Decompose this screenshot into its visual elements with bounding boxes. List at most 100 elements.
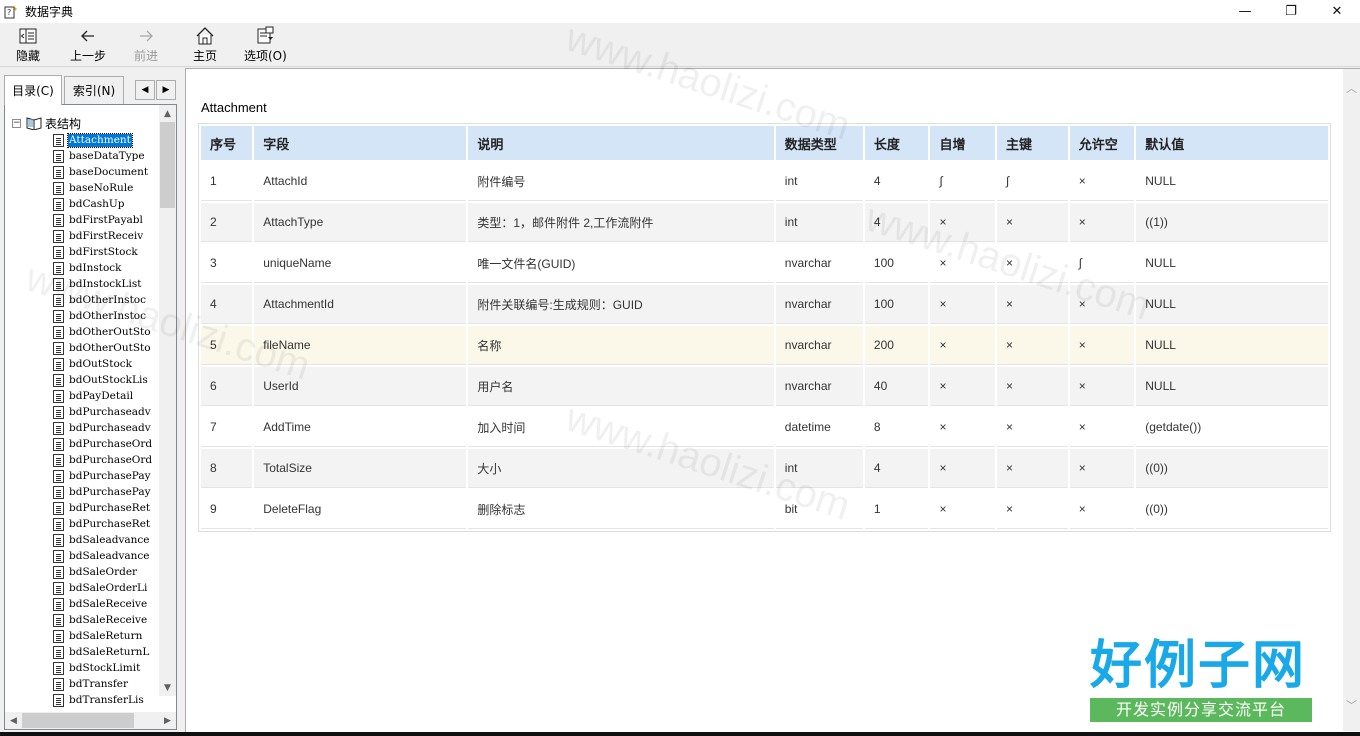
table-cell: × (997, 367, 1068, 406)
tree-vertical-scrollbar[interactable]: ▲ ▼ (159, 105, 176, 696)
tree-item[interactable]: bdOutStock (53, 356, 153, 372)
tree-item[interactable]: bdSaleOrder (53, 564, 153, 580)
scroll-down-icon[interactable]: ▼ (159, 679, 176, 696)
table-row[interactable]: 4 AttachmentId 附件关联编号:生成规则：GUID nvarchar 100… (201, 285, 1328, 324)
tree-item[interactable]: bdSaleReturnL (53, 644, 153, 660)
tree-item[interactable]: bdSaleOrderLi (53, 580, 153, 596)
table-row[interactable]: 9 DeleteFlag 删除标志 bit 1 × × × ((0)) (201, 490, 1328, 529)
scroll-left-icon[interactable]: ◀ (5, 712, 22, 729)
table-cell: 类型：1，邮件附件 2,工作流附件 (468, 203, 774, 242)
table-cell: nvarchar (775, 285, 863, 324)
tree-item[interactable]: bdOtherOutSto (53, 340, 153, 356)
tree-item[interactable]: bdSaleReceive (53, 612, 153, 628)
tree-item[interactable]: bdPurchaseRet (53, 500, 153, 516)
tree-item-label: bdFirstPayabl (69, 213, 143, 226)
open-book-icon (26, 116, 42, 131)
navigation-pane: 目录(C) 索引(N) ◀ ▶ − 表结构 Attachment baseData… (0, 68, 181, 732)
tree-item[interactable]: bdPurchaseadv (53, 420, 153, 436)
table-cell: × (1069, 162, 1135, 201)
document-icon (53, 165, 64, 179)
tree-item[interactable]: bdOutStockLis (53, 372, 153, 388)
tab-index[interactable]: 索引(N) (64, 76, 124, 104)
tree-item[interactable]: bdCashUp (53, 196, 153, 212)
collapse-icon[interactable]: − (12, 118, 21, 128)
forward-button[interactable]: 前进 (134, 25, 158, 65)
tree-scroll-thumb[interactable] (160, 122, 175, 208)
contents-tree[interactable]: − 表结构 Attachment baseDataType baseDocument… (4, 104, 177, 730)
column-header: 说明 (468, 126, 774, 160)
tab-contents[interactable]: 目录(C) (4, 75, 62, 105)
table-cell: fileName (254, 326, 467, 365)
tab-scroll-right-icon[interactable]: ▶ (156, 80, 176, 100)
table-cell: 大小 (468, 449, 774, 488)
tree-item[interactable]: bdFirstReceiv (53, 228, 153, 244)
tree-horizontal-scrollbar[interactable]: ◀ ▶ (5, 712, 176, 729)
tree-item[interactable]: bdSaleadvance (53, 548, 153, 564)
document-icon (53, 325, 64, 339)
minimize-button[interactable]: — (1222, 0, 1268, 23)
tree-item[interactable]: baseNoRule (53, 180, 153, 196)
table-row[interactable]: 1 AttachId 附件编号 int 4 ∫ ∫ × NULL (201, 162, 1328, 201)
table-row[interactable]: 3 uniqueName 唯一文件名(GUID) nvarchar 100 × × ∫ NULL (201, 244, 1328, 283)
tree-item[interactable]: bdSaleReturn (53, 628, 153, 644)
tree-item[interactable]: bdFirstStock (53, 244, 153, 260)
options-button[interactable]: 选项(O) (244, 25, 287, 65)
tree-item[interactable]: bdPurchaseOrd (53, 436, 153, 452)
tree-item[interactable]: Attachment (53, 132, 153, 148)
tree-item[interactable]: baseDataType (53, 148, 153, 164)
scroll-right-icon[interactable]: ▶ (159, 712, 176, 729)
tree-item[interactable]: bdFirstPayabl (53, 212, 153, 228)
tree-hscroll-thumb[interactable] (22, 713, 134, 728)
table-row[interactable]: 8 TotalSize 大小 int 4 × × × ((0)) (201, 449, 1328, 488)
hide-pane-icon (17, 25, 39, 47)
maximize-button[interactable]: ❐ (1268, 0, 1314, 23)
tree-item[interactable]: bdOtherInstoc (53, 292, 153, 308)
tab-scroll-left-icon[interactable]: ◀ (135, 80, 155, 100)
home-icon (194, 25, 216, 47)
content-vertical-scrollbar[interactable]: ︿ ﹀ (1343, 69, 1360, 731)
table-cell: ∫ (930, 162, 995, 201)
tree-item[interactable]: bdPayDetail (53, 388, 153, 404)
document-icon (53, 293, 64, 307)
table-row[interactable]: 5 fileName 名称 nvarchar 200 × × × NULL (201, 326, 1328, 365)
tree-item[interactable]: bdStockLimit (53, 660, 153, 676)
table-cell: uniqueName (254, 244, 467, 283)
table-row[interactable]: 2 AttachType 类型：1，邮件附件 2,工作流附件 int 4 × × × ((1)) (201, 203, 1328, 242)
tree-item[interactable]: bdOtherInstoc (53, 308, 153, 324)
tree-item[interactable]: bdPurchasePay (53, 468, 153, 484)
tree-item[interactable]: bdOtherOutSto (53, 324, 153, 340)
tree-item-label: bdOutStock (69, 357, 133, 370)
title-bar: ? 数据字典 — ❐ ✕ (0, 0, 1360, 23)
close-button[interactable]: ✕ (1314, 0, 1360, 23)
tree-item[interactable]: bdInstockList (53, 276, 153, 292)
table-cell: × (930, 285, 995, 324)
tree-item-label: bdOtherInstoc (69, 293, 146, 306)
tree-item[interactable]: bdInstock (53, 260, 153, 276)
column-header: 字段 (254, 126, 467, 160)
tree-item[interactable]: bdTransfer (53, 676, 153, 692)
tree-item[interactable]: bdSaleReceive (53, 596, 153, 612)
back-button[interactable]: 上一步 (70, 25, 106, 65)
table-cell: int (775, 162, 863, 201)
page-title: Attachment (201, 100, 267, 115)
table-cell: 4 (864, 449, 929, 488)
tree-item[interactable]: bdPurchaseOrd (53, 452, 153, 468)
tree-item[interactable]: bdPurchaseRet (53, 516, 153, 532)
tree-root-node[interactable]: − 表结构 (12, 115, 81, 131)
table-body: 1 AttachId 附件编号 int 4 ∫ ∫ × NULL 2 AttachType 类型：1，… (201, 162, 1328, 529)
content-scroll-up-icon[interactable]: ︿ (1343, 79, 1360, 96)
tree-item[interactable]: bdSaleadvance (53, 532, 153, 548)
tree-item[interactable]: bdPurchaseadv (53, 404, 153, 420)
tree-item-label: baseNoRule (69, 181, 134, 194)
content-scroll-down-icon[interactable]: ﹀ (1343, 696, 1360, 713)
tree-item[interactable]: bdTransferLis (53, 692, 153, 708)
tree-item[interactable]: baseDocument (53, 164, 153, 180)
tree-item[interactable]: bdPurchasePay (53, 484, 153, 500)
content-pane: Attachment 序号 字段 说明 数据类型 长度 自增 主键 允许空 默认值 1 Attac… (185, 68, 1360, 732)
table-row[interactable]: 6 UserId 用户名 nvarchar 40 × × × NULL (201, 367, 1328, 406)
home-button[interactable]: 主页 (193, 25, 217, 65)
scroll-up-icon[interactable]: ▲ (159, 105, 176, 122)
table-row[interactable]: 7 AddTime 加入时间 datetime 8 × × × (getdate()) (201, 408, 1328, 447)
hide-button[interactable]: 隐藏 (16, 25, 40, 65)
table-cell: datetime (775, 408, 863, 447)
